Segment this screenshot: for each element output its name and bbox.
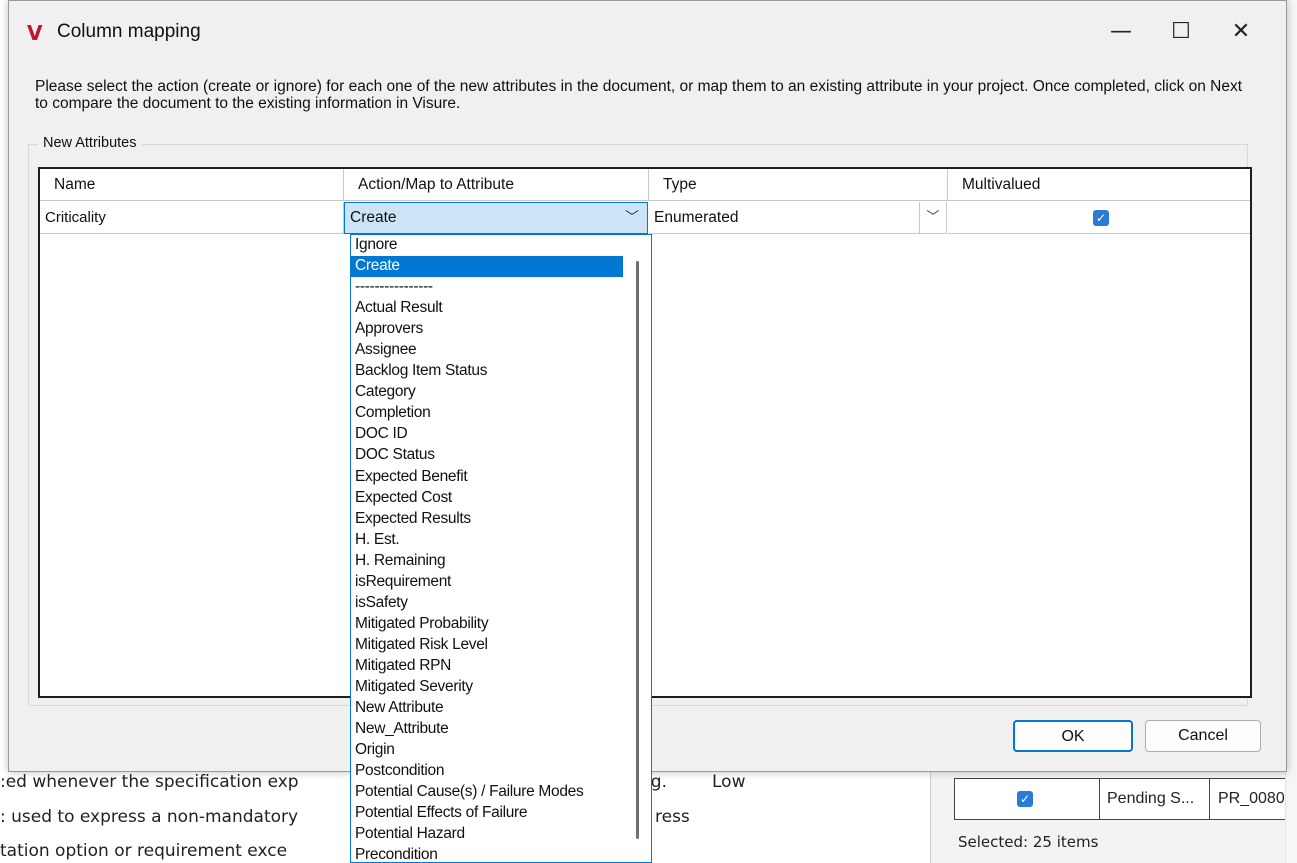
dropdown-option[interactable]: Mitigated Severity bbox=[351, 677, 651, 698]
column-header-type[interactable]: Type bbox=[649, 169, 948, 201]
dropdown-option[interactable]: H. Remaining bbox=[351, 551, 651, 572]
dropdown-option[interactable]: Mitigated RPN bbox=[351, 656, 651, 677]
minimize-button[interactable]: — bbox=[1099, 13, 1143, 51]
dropdown-option[interactable]: Backlog Item Status bbox=[351, 361, 651, 382]
type-value: Enumerated bbox=[654, 209, 739, 226]
dropdown-option[interactable]: Assignee bbox=[351, 340, 651, 361]
instructions-text: Please select the action (create or igno… bbox=[35, 78, 1243, 112]
dropdown-option[interactable]: Expected Benefit bbox=[351, 467, 651, 488]
dropdown-option[interactable]: Postcondition bbox=[351, 761, 651, 782]
chevron-down-icon[interactable]: ﹀ bbox=[625, 203, 639, 233]
dropdown-scrollbar-thumb[interactable] bbox=[636, 261, 639, 839]
dropdown-option[interactable]: isRequirement bbox=[351, 572, 651, 593]
multivalued-cell: ✓ bbox=[948, 202, 1250, 234]
chevron-down-icon[interactable]: ﹀ bbox=[919, 202, 946, 233]
checkmark-icon[interactable]: ✓ bbox=[1017, 791, 1033, 807]
dropdown-option[interactable]: Precondition bbox=[351, 845, 651, 862]
column-header-multivalued[interactable]: Multivalued bbox=[948, 169, 1250, 201]
dropdown-option[interactable]: New_Attribute bbox=[351, 719, 651, 740]
title-bar: V Column mapping — ☐ ✕ bbox=[9, 1, 1286, 63]
dropdown-option[interactable]: Mitigated Probability bbox=[351, 614, 651, 635]
ok-button[interactable]: OK bbox=[1013, 720, 1133, 752]
dropdown-option[interactable]: DOC ID bbox=[351, 424, 651, 445]
dropdown-option[interactable]: Category bbox=[351, 382, 651, 403]
action-dropdown-list[interactable]: Ignore Create ---------------- Actual Resul… bbox=[350, 234, 652, 863]
dropdown-option[interactable]: isSafety bbox=[351, 593, 651, 614]
multivalued-checkbox[interactable]: ✓ bbox=[1093, 210, 1109, 226]
dropdown-option[interactable]: Ignore bbox=[351, 235, 651, 256]
type-combobox[interactable]: Enumerated ﹀ bbox=[649, 202, 947, 234]
background-text-line: :ed whenever the specification exp bbox=[0, 772, 299, 792]
background-text-fragment: Low bbox=[712, 772, 746, 792]
background-text-line: : used to express a non-mandatory bbox=[0, 807, 299, 827]
dropdown-option[interactable]: Expected Cost bbox=[351, 488, 651, 509]
dropdown-option[interactable]: Potential Hazard bbox=[351, 824, 651, 845]
background-text-line: tation option or requirement exce bbox=[0, 841, 288, 861]
dropdown-option[interactable]: New Attribute bbox=[351, 698, 651, 719]
dropdown-option[interactable]: DOC Status bbox=[351, 445, 651, 466]
dropdown-option[interactable]: Approvers bbox=[351, 319, 651, 340]
dropdown-option[interactable]: ---------------- bbox=[351, 277, 651, 298]
column-header-name[interactable]: Name bbox=[40, 169, 344, 201]
maximize-button[interactable]: ☐ bbox=[1159, 13, 1203, 51]
attribute-name-cell[interactable]: Criticality bbox=[40, 202, 344, 234]
action-combobox[interactable]: Create ﹀ bbox=[344, 202, 648, 234]
window-title: Column mapping bbox=[57, 21, 201, 42]
action-value: Create bbox=[350, 209, 397, 226]
cancel-button[interactable]: Cancel bbox=[1145, 720, 1261, 752]
dropdown-option[interactable]: Expected Results bbox=[351, 509, 651, 530]
column-header-action[interactable]: Action/Map to Attribute bbox=[344, 169, 649, 201]
dropdown-option[interactable]: Origin bbox=[351, 740, 651, 761]
dropdown-option[interactable]: Actual Result bbox=[351, 298, 651, 319]
background-text-fragment: ress bbox=[655, 807, 690, 827]
background-status-cell: Pending S... bbox=[1100, 779, 1210, 819]
visure-logo-icon: V bbox=[27, 21, 43, 45]
group-label: New Attributes bbox=[38, 135, 142, 151]
dropdown-option[interactable]: Create bbox=[351, 256, 623, 278]
dropdown-option[interactable]: Completion bbox=[351, 403, 651, 424]
selection-count: Selected: 25 items bbox=[958, 833, 1099, 851]
dropdown-option[interactable]: Mitigated Risk Level bbox=[351, 635, 651, 656]
background-table-row: ✓ Pending S... PR_0080 bbox=[954, 778, 1297, 820]
dropdown-option[interactable]: H. Est. bbox=[351, 530, 651, 551]
close-button[interactable]: ✕ bbox=[1219, 13, 1263, 51]
dropdown-option[interactable]: Potential Effects of Failure bbox=[351, 803, 651, 824]
dropdown-option[interactable]: Potential Cause(s) / Failure Modes bbox=[351, 782, 651, 803]
